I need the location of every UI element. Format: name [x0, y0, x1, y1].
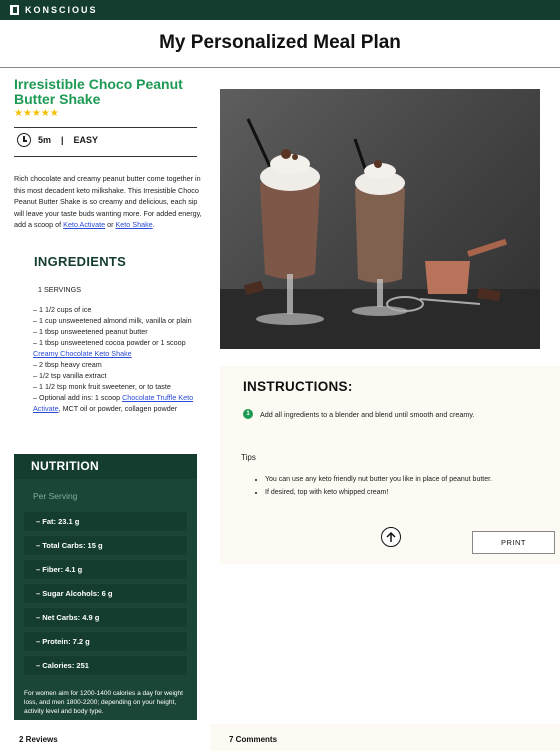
- ingredients-list: – 1 1/2 cups of ice – 1 cup unsweetened …: [33, 304, 203, 414]
- tip-item: You can use any keto friendly nut butter…: [265, 474, 545, 487]
- creamy-chocolate-shake-link[interactable]: Creamy Chocolate Keto Shake: [33, 349, 132, 358]
- description-end: .: [152, 220, 155, 229]
- konscious-logo-icon[interactable]: [10, 5, 19, 15]
- page-title: My Personalized Meal Plan: [159, 32, 401, 53]
- recipe-description: Rich chocolate and creamy peanut butter …: [14, 173, 204, 231]
- nutrition-row-fat: – Fat: 23.1 g: [24, 512, 187, 531]
- meta-separator: |: [61, 135, 64, 145]
- nutrition-row-calories: – Calories: 251: [24, 656, 187, 675]
- tips-heading: Tips: [241, 453, 256, 462]
- scroll-to-top-button[interactable]: [381, 527, 401, 547]
- arrow-up-icon: [386, 531, 396, 542]
- rating-stars[interactable]: ★★★★★: [14, 108, 59, 119]
- step-text: Add all ingredients to a blender and ble…: [260, 410, 475, 419]
- recipe-photo: [220, 89, 540, 349]
- instructions-panel: INSTRUCTIONS: 1 Add all ingredients to a…: [220, 366, 560, 564]
- difficulty: EASY: [73, 135, 99, 145]
- nutrition-panel: NUTRITION Per Serving – Fat: 23.1 g – To…: [14, 454, 197, 720]
- top-navigation-bar: KONSCIOUS: [0, 0, 560, 20]
- nutrition-row-fiber: – Fiber: 4.1 g: [24, 560, 187, 579]
- ingredient-text: , MCT oil or powder, collagen powder: [58, 404, 178, 413]
- instructions-heading: INSTRUCTIONS:: [243, 379, 353, 394]
- step-number-badge: 1: [243, 409, 253, 419]
- tip-item: If desired, top with keto whipped cream!: [265, 487, 545, 500]
- calorie-note: For women aim for 1200-1400 calories a d…: [24, 690, 183, 715]
- meta-divider-top: [14, 127, 197, 128]
- title-divider: [0, 67, 560, 68]
- ingredient-item: – Optional add ins: 1 scoop Chocolate Tr…: [33, 392, 203, 414]
- brand-name[interactable]: KONSCIOUS: [25, 5, 98, 15]
- per-serving-label: Per Serving: [33, 491, 78, 501]
- ingredient-item: – 1 1/2 cups of ice: [33, 305, 92, 314]
- nutrition-row-sugar-alcohols: – Sugar Alcohols: 6 g: [24, 584, 187, 603]
- ingredient-item: – 1 tbsp unsweetened cocoa powder or 1 s…: [33, 337, 203, 359]
- description-or: or: [105, 220, 116, 229]
- ingredient-text: – Optional add ins: 1 scoop: [33, 393, 123, 402]
- nutrition-heading: NUTRITION: [14, 454, 197, 479]
- ingredient-item: – 1 1/2 tsp monk fruit sweetener, or to …: [33, 382, 171, 391]
- meta-divider-bottom: [14, 156, 197, 157]
- prep-time: 5m: [38, 135, 52, 145]
- ingredient-item: – 1 tbsp unsweetened peanut butter: [33, 327, 148, 336]
- tips-list: You can use any keto friendly nut butter…: [255, 474, 545, 499]
- nutrition-row-total-carbs: – Total Carbs: 15 g: [24, 536, 187, 555]
- recipe-title: Irresistible Choco Peanut Butter Shake: [14, 76, 183, 107]
- ingredient-item: – 2 tbsp heavy cream: [33, 360, 102, 369]
- nutrition-row-protein: – Protein: 7.2 g: [24, 632, 187, 651]
- ingredient-item: – 1/2 tsp vanilla extract: [33, 371, 107, 380]
- ingredient-text: – 1 tbsp unsweetened cocoa powder or 1 s…: [33, 338, 186, 347]
- nutrition-row-net-carbs: – Net Carbs: 4.9 g: [24, 608, 187, 627]
- reviews-tab[interactable]: 2 Reviews: [19, 735, 58, 744]
- recipe-meta: 5m | EASY: [17, 133, 98, 147]
- print-button[interactable]: PRINT: [472, 531, 555, 554]
- ingredient-item: – 1 cup unsweetened almond milk, vanilla…: [33, 316, 192, 325]
- servings-count: 1 SERVINGS: [38, 285, 82, 294]
- milkshake-illustration: [220, 118, 540, 349]
- comments-tab[interactable]: 7 Comments: [229, 735, 277, 744]
- keto-activate-link[interactable]: Keto Activate: [63, 220, 105, 229]
- ingredients-heading: INGREDIENTS: [34, 254, 127, 269]
- keto-shake-link[interactable]: Keto Shake: [116, 220, 153, 229]
- clock-icon: [17, 133, 31, 147]
